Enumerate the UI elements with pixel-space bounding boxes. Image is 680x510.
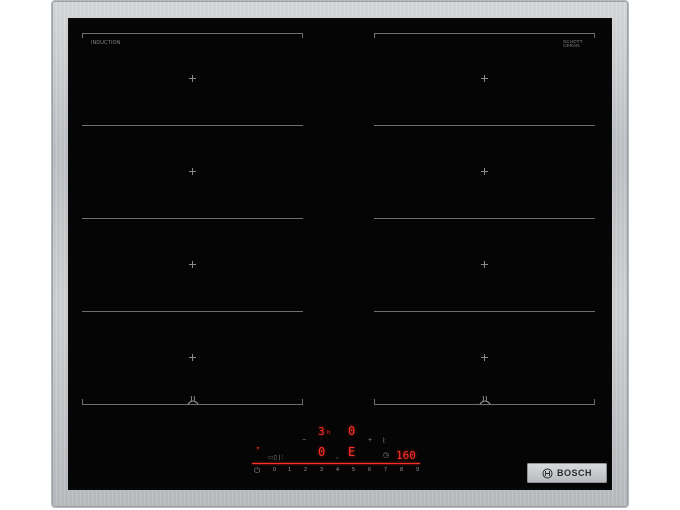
lock-touch-icon[interactable]: ◦ — [336, 455, 338, 462]
left-zone-bottom-left-tick — [82, 399, 83, 404]
zone-left-display: 0 — [318, 445, 326, 459]
power-scale-label[interactable]: 0 — [273, 467, 276, 473]
right-zone-divider-3 — [374, 311, 595, 312]
right-zone-divider-1 — [374, 125, 595, 126]
zone-center-cross-icon — [189, 261, 196, 268]
right-zone-top-left-tick — [374, 33, 375, 38]
zone-center-cross-icon — [481, 261, 488, 268]
schott-ceran-label: SCHOTT CERAN — [563, 39, 583, 48]
ceramic-glass-surface — [68, 18, 612, 490]
right-zone-divider-2 — [374, 218, 595, 219]
power-scale-label[interactable]: 6 — [368, 467, 371, 473]
zone-top-display: 0 — [348, 424, 356, 438]
zone-center-cross-icon — [481, 75, 488, 82]
zone-center-cross-icon — [189, 75, 196, 82]
left-zone-divider-2 — [82, 218, 303, 219]
power-scale-label[interactable]: 7 — [384, 467, 387, 473]
induction-label: INDUCTION — [91, 40, 121, 46]
brand-name: BOSCH — [556, 468, 592, 478]
left-zone-divider-1 — [82, 125, 303, 126]
zone-center-cross-icon — [481, 354, 488, 361]
left-zone-top-line — [82, 33, 303, 34]
power-scale-label[interactable]: 3 — [320, 467, 323, 473]
bosch-logo-icon — [542, 468, 553, 478]
right-zone-bottom-right-tick — [594, 399, 595, 404]
power-button-icon[interactable]: ⏻ — [254, 466, 260, 476]
pan-sensor-icon — [479, 395, 491, 405]
brand-badge: BOSCH — [527, 463, 607, 483]
power-scale-label[interactable]: 2 — [304, 467, 307, 473]
clock-touch-icon[interactable]: ◷ — [383, 451, 389, 459]
minus-touch-icon[interactable]: − — [302, 437, 306, 444]
left-zone-top-right-tick — [302, 33, 303, 38]
right-zone-top-right-tick — [594, 33, 595, 38]
zone-center-cross-icon — [189, 168, 196, 175]
right-zone-top-line — [374, 33, 595, 34]
plus-touch-icon[interactable]: + — [368, 437, 372, 444]
power-scale-label[interactable]: 4 — [336, 467, 339, 473]
power-scale-label[interactable]: 9 — [416, 467, 419, 473]
zone-center-cross-icon — [189, 354, 196, 361]
left-zone-bottom-right-tick — [302, 399, 303, 404]
pan-sensor-icon — [187, 395, 199, 405]
zone-mid-display: E — [348, 445, 356, 459]
power-scale-label[interactable]: 1 — [288, 467, 291, 473]
left-zone-top-left-tick — [82, 33, 83, 38]
frying-temp-display: 160 — [396, 449, 416, 462]
power-scale-label[interactable]: 8 — [400, 467, 403, 473]
frying-sensor-icon[interactable]: ⌇ — [382, 437, 385, 445]
power-slider-track[interactable] — [252, 463, 420, 464]
left-zone-divider-3 — [82, 311, 303, 312]
wifi-indicator-icon: ▾ — [256, 445, 260, 452]
function-icons-strip[interactable]: ▭▯ | ⫶ — [268, 454, 283, 462]
right-zone-bottom-left-tick — [374, 399, 375, 404]
power-scale-label[interactable]: 5 — [352, 467, 355, 473]
zone-center-cross-icon — [481, 168, 488, 175]
timer-unit: h — [327, 430, 331, 436]
timer-display: 3 — [318, 425, 325, 438]
